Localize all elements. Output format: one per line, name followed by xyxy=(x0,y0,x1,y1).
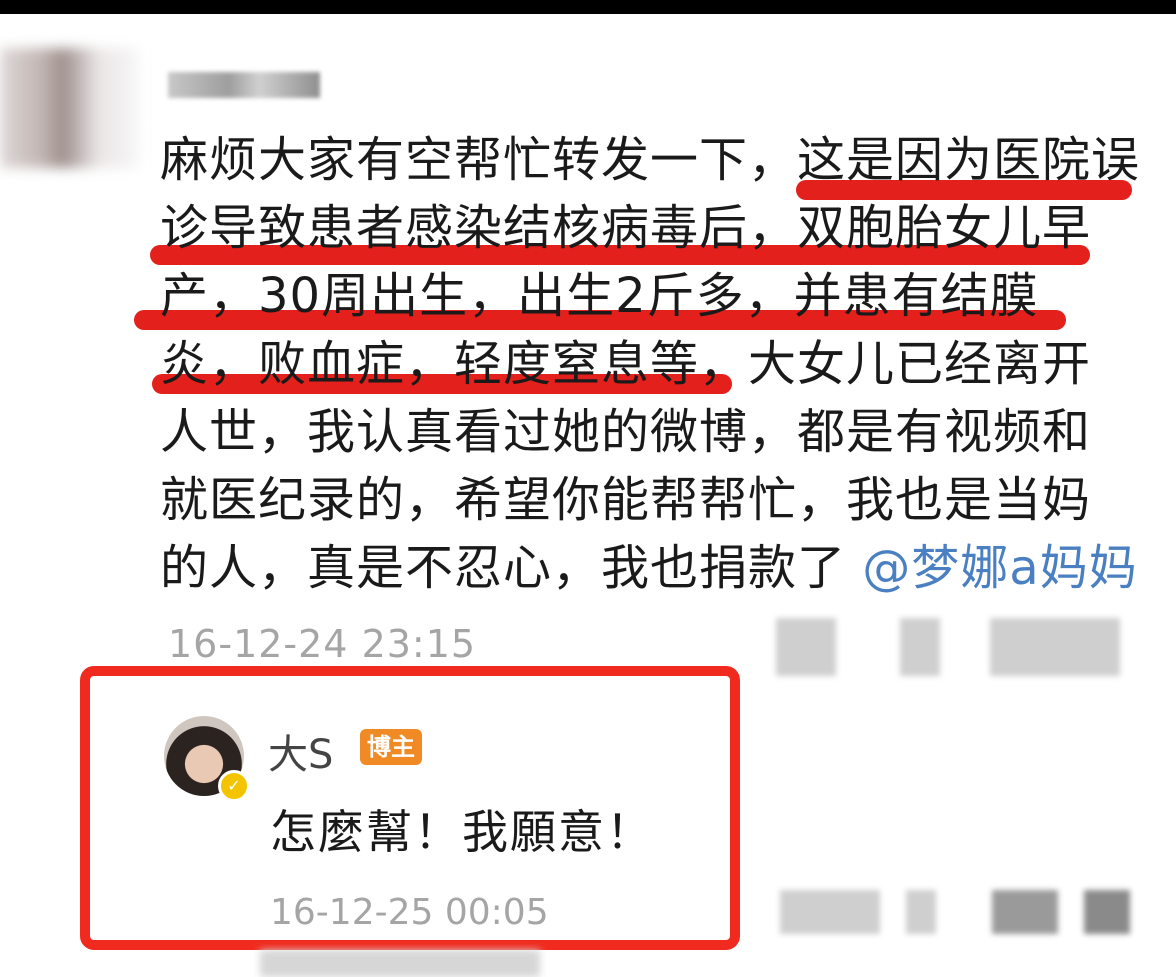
post-body: 麻烦大家有空帮忙转发一下，这是因为医院误 诊导致患者感染结核病毒后，双胞胎女儿早… xyxy=(160,126,1150,602)
mention-link[interactable]: @梦娜a妈妈 xyxy=(862,540,1137,596)
post-line: 的人，真是不忍心，我也捐款了 xyxy=(160,540,847,596)
post-line: 炎，败血症，轻度窒息等，大女儿已经离开 xyxy=(160,336,1092,392)
post-timestamp: 16-12-24 23:15 xyxy=(168,622,477,666)
reply-action-icon-blurred[interactable] xyxy=(1084,890,1130,934)
reply-text: 怎麼幫！我願意！ xyxy=(270,805,654,859)
poster-name-blurred[interactable] xyxy=(168,72,320,98)
verified-badge-icon: ✓ xyxy=(218,770,250,802)
reply-action-icon-blurred[interactable] xyxy=(992,890,1058,934)
action-icon-blurred[interactable] xyxy=(900,618,940,676)
post-line: 诊导致患者感染结核病毒后，双胞胎女儿早 xyxy=(160,200,1092,256)
reply-timestamp: 16-12-25 00:05 xyxy=(270,892,549,933)
reply-action-icon-blurred[interactable] xyxy=(906,890,936,934)
post-line: 产，30周出生，出生2斤多，并患有结膜 xyxy=(160,268,1039,324)
post-line: 麻烦大家有空帮忙转发一下，这是因为医院误 xyxy=(160,132,1141,188)
post-line: 就医纪录的，希望你能帮帮忙，我也是当妈 xyxy=(160,472,1092,528)
reply-action-icon-blurred[interactable] xyxy=(780,890,880,934)
blogger-tag-badge: 博主 xyxy=(360,729,422,765)
next-item-blurred xyxy=(260,950,540,977)
top-edge-bar xyxy=(0,0,1176,14)
post-line: 人世，我认真看过她的微博，都是有视频和 xyxy=(160,404,1092,460)
reply-author-name[interactable]: 大S xyxy=(268,722,333,780)
action-icon-blurred[interactable] xyxy=(990,618,1120,676)
action-icon-blurred[interactable] xyxy=(776,618,836,676)
poster-avatar-blurred[interactable] xyxy=(0,48,140,168)
